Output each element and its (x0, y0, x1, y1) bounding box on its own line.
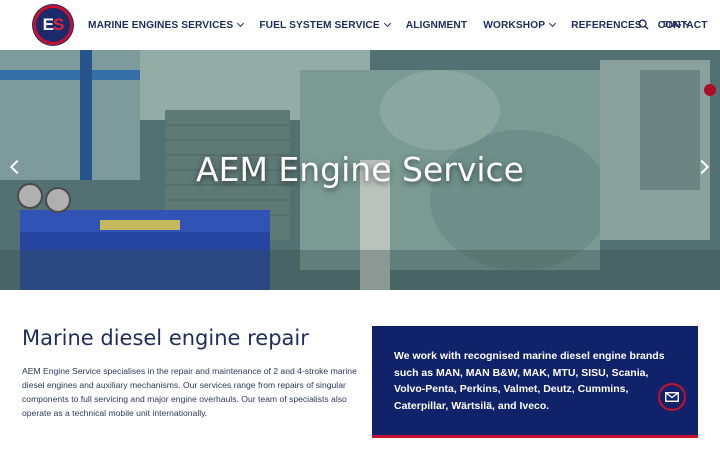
nav-item-marine-engines-services[interactable]: MARINE ENGINES SERVICES (88, 19, 245, 31)
section-heading: Marine diesel engine repair (22, 326, 309, 350)
nav-item-references[interactable]: REFERENCES (571, 20, 642, 31)
chevron-down-icon (383, 19, 391, 28)
site-header: ES MARINE ENGINES SERVICES FUEL SYSTEM S… (0, 0, 720, 50)
logo-letter-s: S (53, 15, 64, 34)
main-nav: MARINE ENGINES SERVICES FUEL SYSTEM SERV… (88, 0, 720, 50)
logo-letter-e: E (42, 15, 54, 34)
chevron-down-icon (684, 19, 691, 26)
nav-item-fuel-system-service[interactable]: FUEL SYSTEM SERVICE (259, 19, 391, 31)
hero-title: AEM Engine Service (196, 150, 524, 189)
search-icon[interactable] (638, 19, 649, 30)
nav-item-workshop[interactable]: WORKSHOP (483, 19, 557, 31)
chevron-down-icon (549, 19, 557, 28)
language-selector[interactable]: ENG (663, 19, 691, 29)
brands-text: We work with recognised marine diesel en… (394, 350, 665, 412)
nav-item-alignment[interactable]: ALIGNMENT (406, 20, 467, 31)
chevron-down-icon (237, 19, 245, 28)
envelope-icon (665, 392, 679, 402)
company-logo[interactable]: ES (33, 5, 73, 45)
brands-info-box: We work with recognised marine diesel en… (372, 326, 698, 438)
intro-paragraph: AEM Engine Service specialises in the re… (22, 366, 357, 418)
contact-mail-button[interactable] (658, 383, 686, 411)
hero-banner: AEM Engine Service (0, 50, 720, 290)
